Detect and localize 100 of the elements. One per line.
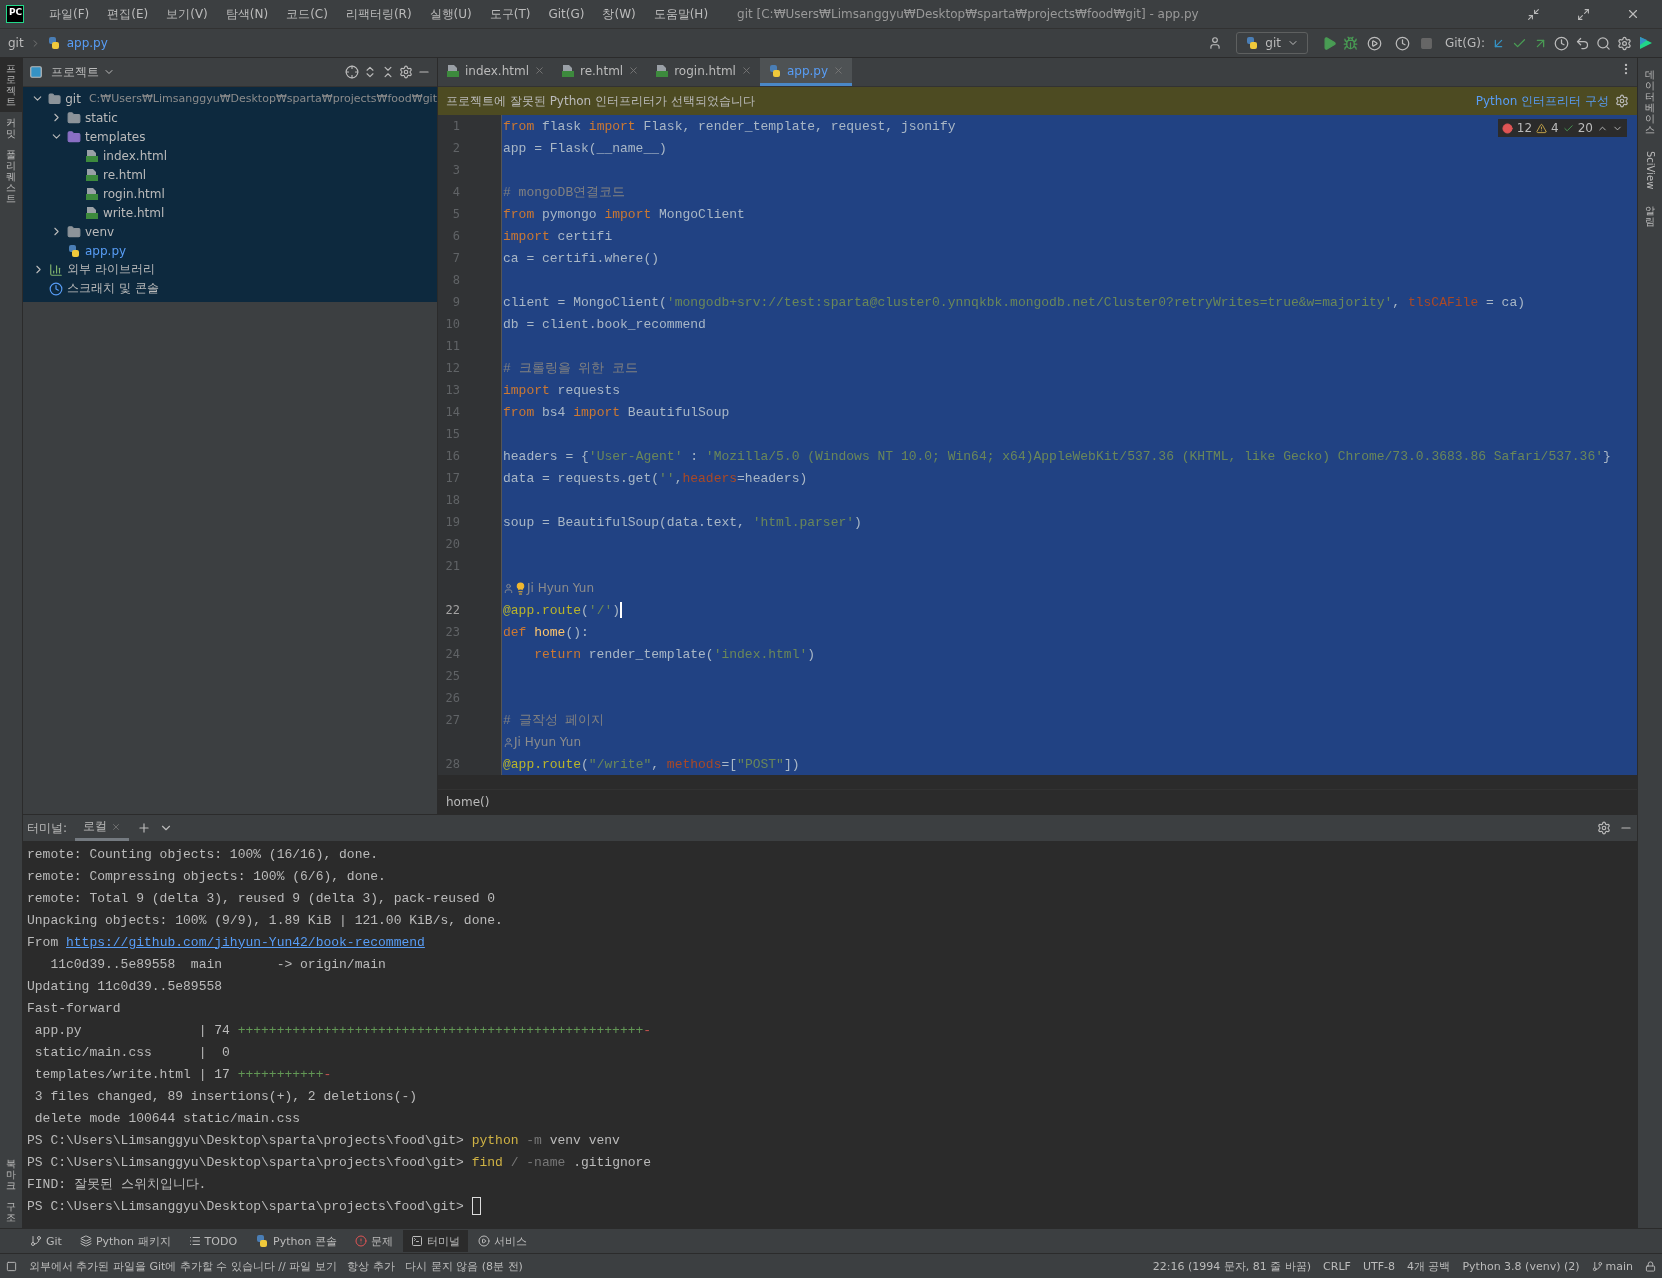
user-icon[interactable] [1208, 36, 1223, 50]
html-file-icon [655, 63, 670, 78]
menu-item[interactable]: 편집(E) [100, 3, 156, 25]
html-file-icon [446, 63, 460, 78]
tree-item[interactable]: write.html [103, 205, 165, 220]
code-line: from pymongo import MongoClient [503, 206, 745, 222]
settings-icon[interactable] [1617, 35, 1632, 51]
tool-tab[interactable]: TODO [180, 1230, 246, 1252]
library-icon [49, 262, 63, 277]
tool-window-tab[interactable]: 풀 리퀘스트 [0, 144, 22, 209]
settings-icon[interactable] [1615, 94, 1629, 108]
status-item[interactable]: 22:16 (1994 문자, 81 줄 바꿈) [1152, 1258, 1312, 1274]
menu-item[interactable]: 실행(U) [422, 3, 479, 25]
code-line: import certifi [503, 228, 613, 244]
tool-tab[interactable]: Python 콘솔 [247, 1230, 345, 1252]
editor-tab[interactable]: re.html [553, 58, 648, 86]
tool-tab[interactable]: 터미널 [402, 1230, 468, 1252]
minimize-icon[interactable] [1526, 7, 1540, 21]
menu-item[interactable]: 창(W) [595, 3, 643, 25]
warning-icon [1536, 122, 1548, 134]
editor-tab[interactable]: rogin.html [647, 58, 760, 86]
tool-window-tab[interactable]: 프로젝트 [0, 58, 22, 112]
html-file-icon [561, 63, 575, 78]
menu-item[interactable]: 코드(C) [279, 3, 335, 25]
tool-tab[interactable]: 문제 [346, 1230, 401, 1252]
undo-icon[interactable] [1575, 35, 1590, 51]
tool-tab[interactable]: Git [22, 1230, 70, 1252]
terminal-line: remote: Counting objects: 100% (16/16), done. [27, 846, 379, 862]
tool-window-tab[interactable]: SciView [1639, 146, 1661, 195]
menu-item[interactable]: 탐색(N) [218, 3, 276, 25]
code-line: import requests [503, 382, 621, 398]
person-icon [503, 736, 514, 748]
code-line: # 크롤링을 위한 코드 [503, 360, 639, 377]
banner-link[interactable]: Python 인터프리터 구성 [1475, 92, 1609, 110]
tool-window-tab[interactable]: 데이터베이스 [1639, 64, 1661, 140]
tree-item[interactable]: templates [85, 129, 146, 144]
vcs-label: Git(G): [1444, 36, 1485, 50]
tree-item[interactable]: index.html [103, 148, 167, 163]
search-icon[interactable] [1596, 35, 1611, 51]
tree-item[interactable]: 스크래치 및 콘솔 [67, 280, 159, 297]
collapse-all-icon[interactable] [381, 65, 395, 79]
history-icon[interactable] [1554, 35, 1569, 51]
terminal-line: From https://github.com/jihyun-Yun42/book-recommend [27, 934, 425, 950]
status-item[interactable]: CRLF [1323, 1259, 1351, 1273]
code-line: ca = certifi.where() [503, 250, 660, 266]
tree-item[interactable]: git [65, 91, 81, 106]
panel-title[interactable]: 프로젝트 [51, 63, 99, 81]
status-item[interactable]: UTF-8 [1362, 1259, 1395, 1273]
toolbox-icon[interactable] [1638, 35, 1654, 51]
tree-item[interactable]: re.html [103, 167, 147, 182]
run-config-dropdown[interactable]: git [1236, 32, 1308, 54]
menu-item[interactable]: 도움말(H) [646, 3, 716, 25]
python-file-icon [255, 1234, 270, 1248]
python-file-icon [1245, 36, 1260, 50]
terminal-line: app.py | 74 ++++++++++++++++++++++++++++++++++++++++++++++++++++- [33, 1022, 652, 1038]
menu-item[interactable]: 파일(F) [42, 3, 97, 25]
tool-tab[interactable]: 서비스 [469, 1230, 535, 1252]
tree-item[interactable]: venv [85, 224, 115, 239]
code-author: Ji Hyun Yun [514, 735, 581, 749]
code-line: # 글작성 페이지 [503, 712, 605, 729]
settings-icon[interactable] [1597, 821, 1611, 835]
code-line: @app.route('/') [503, 602, 621, 618]
settings-icon[interactable] [399, 65, 413, 79]
code-breadcrumb[interactable]: home() [446, 795, 490, 809]
line-number: 22 [444, 603, 460, 617]
locate-icon[interactable] [345, 65, 359, 79]
close-icon[interactable] [1626, 7, 1640, 21]
menu-item[interactable]: 보기(V) [159, 3, 215, 25]
profile-icon[interactable] [1395, 35, 1411, 51]
tree-item[interactable]: app.py [85, 243, 127, 258]
tree-item[interactable]: rogin.html [103, 186, 165, 201]
bulb-icon[interactable] [514, 581, 527, 595]
menu-item[interactable]: Git(G) [541, 5, 592, 23]
menu-item[interactable]: 도구(T) [482, 3, 538, 25]
text-caret [620, 602, 623, 618]
branch-widget[interactable]: main [1591, 1259, 1633, 1273]
terminal-line: static/main.css | 0 [33, 1044, 230, 1060]
terminal-tab[interactable]: 로컬 [75, 815, 130, 841]
status-item[interactable]: Python 3.8 (venv) (2) [1462, 1259, 1580, 1273]
tree-item[interactable]: static [85, 110, 118, 125]
tool-window-tab[interactable]: 커밋 [0, 112, 22, 144]
menu-item[interactable]: 리팩터링(R) [338, 3, 419, 25]
debug-icon[interactable] [1342, 35, 1358, 51]
breadcrumb-item[interactable]: git [8, 36, 24, 50]
tool-window-tab[interactable]: 구조 [0, 1196, 22, 1228]
status-message[interactable]: 외부에서 추가된 파일을 Git에 추가할 수 있습니다 // 파일 보기 항상 추가 다시 묻지 않음 (8분 전) [29, 1258, 1141, 1274]
tool-tab[interactable]: Python 패키지 [71, 1230, 179, 1252]
run-icon[interactable] [1321, 35, 1337, 51]
html-file-icon [85, 167, 99, 182]
tool-window-tab[interactable]: 북마크 [0, 1153, 22, 1196]
tree-item[interactable]: 외부 라이브러리 [67, 261, 155, 278]
coverage-icon[interactable] [1367, 35, 1383, 51]
editor-tab[interactable]: index.html [438, 58, 553, 86]
tool-window-tab[interactable]: 알림 [1639, 200, 1661, 233]
add-icon[interactable] [137, 821, 152, 835]
inspection-widget[interactable]: 12 4 20 [1497, 119, 1627, 137]
check-icon [1562, 122, 1574, 134]
status-item[interactable]: 4개 공백 [1406, 1258, 1451, 1274]
breadcrumb-item[interactable]: app.py [66, 36, 108, 50]
maximize-icon[interactable] [1576, 7, 1590, 21]
